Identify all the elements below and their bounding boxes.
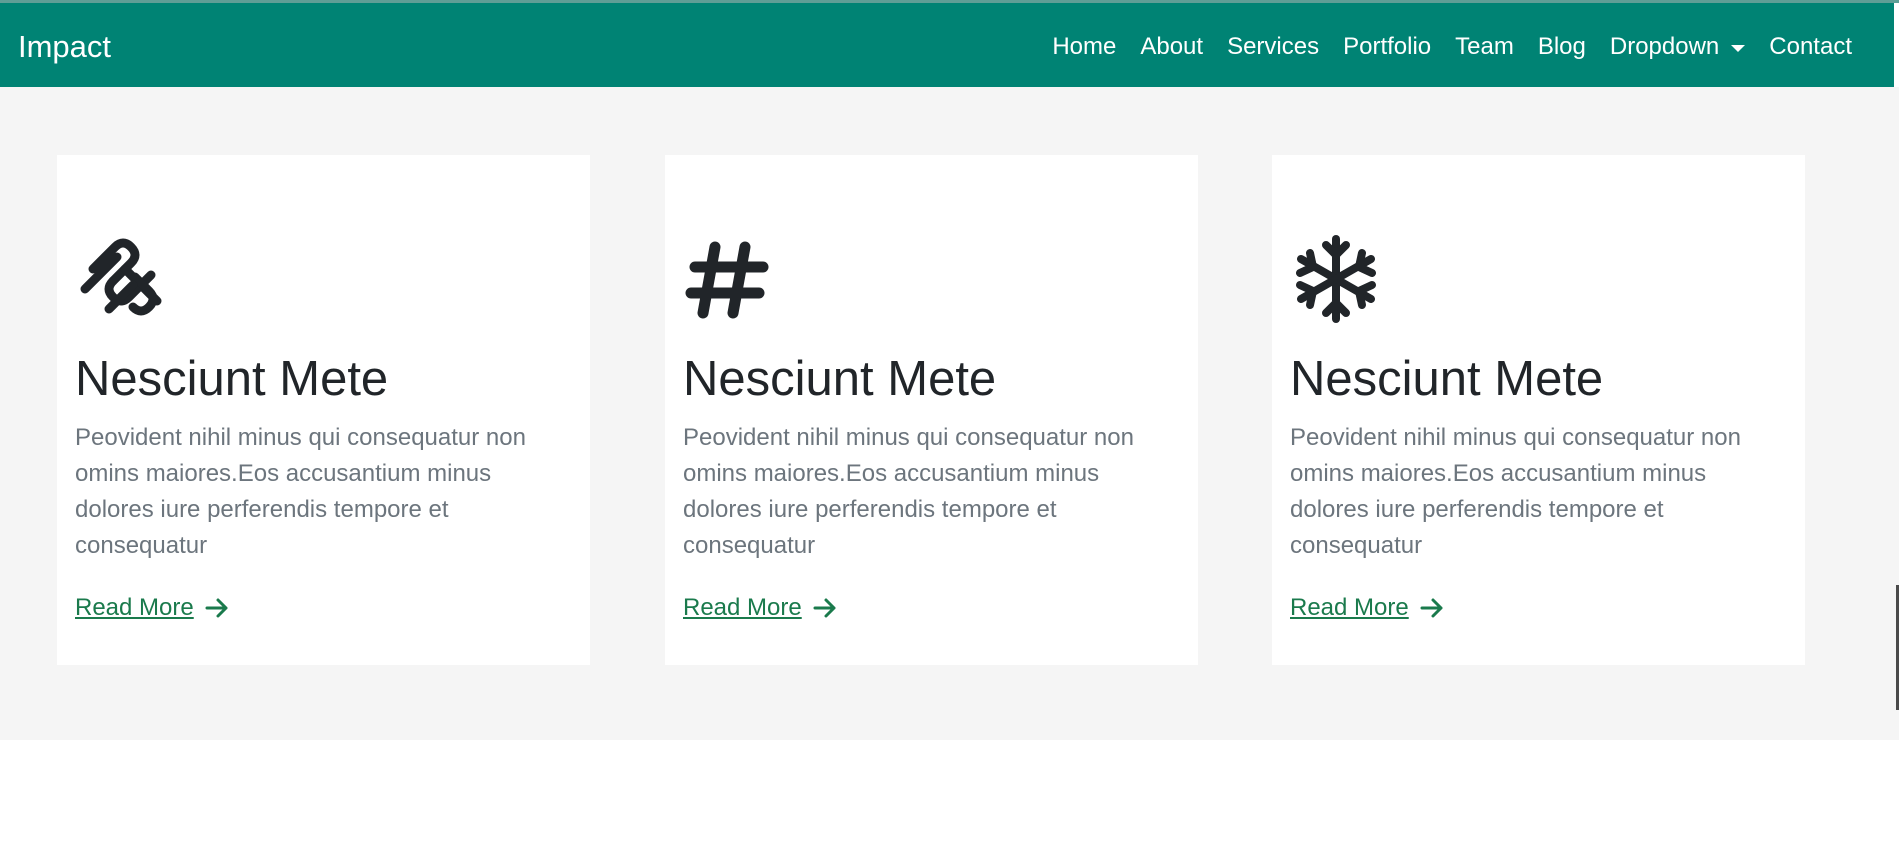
chevron-down-icon [1731,44,1746,52]
nav-item-home[interactable]: Home [1040,31,1128,63]
navbar: Impact Home About Services Portfolio Tea… [0,3,1894,87]
card-description: Peovident nihil minus qui consequatur no… [1290,424,1741,559]
card-description: Peovident nihil minus qui consequatur no… [75,424,526,559]
page: Impact Home About Services Portfolio Tea… [0,0,1899,843]
read-more-link[interactable]: Read More [1290,590,1445,626]
arrow-right-icon [813,598,836,618]
card-title: Nesciunt Mete [75,352,389,406]
nav-item-label: Services [1227,33,1320,60]
snowflake-icon [1288,231,1384,327]
nav-menu: Home About Services Portfolio Team Blog … [1040,31,1864,63]
nav-item-team[interactable]: Team [1443,31,1526,63]
arrow-right-icon [1420,598,1443,618]
squarespace-icon [73,231,169,327]
read-more-label: Read More [75,594,194,621]
card-title: Nesciunt Mete [1290,352,1604,406]
hashtag-icon [681,231,777,327]
card-description: Peovident nihil minus qui consequatur no… [683,424,1134,559]
nav-item-label: Portfolio [1343,33,1432,60]
nav-item-label: Team [1455,33,1514,60]
service-card: Nesciunt Mete Peovident nihil minus qui … [1272,155,1805,665]
nav-item-portfolio[interactable]: Portfolio [1331,31,1443,63]
read-more-label: Read More [683,594,802,621]
nav-item-label: Home [1052,33,1117,60]
nav-item-label: Contact [1769,33,1852,60]
nav-item-blog[interactable]: Blog [1526,31,1598,63]
card-title: Nesciunt Mete [683,352,997,406]
read-more-label: Read More [1290,594,1409,621]
nav-item-label: About [1140,33,1204,60]
read-more-link[interactable]: Read More [75,590,230,626]
nav-item-services[interactable]: Services [1215,31,1331,63]
nav-item-contact[interactable]: Contact [1757,31,1864,63]
nav-item-label: Dropdown [1609,33,1720,60]
nav-item-dropdown[interactable]: Dropdown [1598,31,1757,63]
nav-item-label: Blog [1537,33,1586,60]
service-card: Nesciunt Mete Peovident nihil minus qui … [665,155,1198,665]
nav-item-about[interactable]: About [1128,31,1215,63]
arrow-right-icon [205,598,228,618]
brand-logo[interactable]: Impact [18,29,111,65]
read-more-link[interactable]: Read More [683,590,838,626]
service-card: Nesciunt Mete Peovident nihil minus qui … [57,155,590,665]
